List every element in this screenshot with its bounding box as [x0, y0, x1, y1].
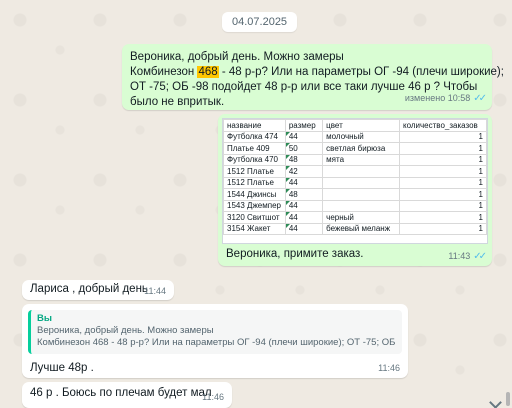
- message-meta: 11:43 ✓✓: [448, 251, 487, 262]
- table-row: 3154 Жакет 44 бежевый меланж 1: [223, 222, 487, 235]
- quote-text-line: Комбинезон 468 - 48 р-р? Или на параметр…: [37, 337, 396, 348]
- table-header-cell: цвет: [322, 119, 400, 132]
- incoming-message-size[interactable]: 46 р . Боюсь по плечам будет мал 11:46: [22, 382, 232, 408]
- table-cell: 1: [399, 211, 487, 224]
- table-cell: 44: [284, 222, 324, 235]
- table-row: 1544 Джинсы 48 1: [223, 188, 487, 201]
- table-cell: 44: [284, 211, 324, 224]
- outgoing-message-order[interactable]: название размер цвет количество_заказов Футб…: [218, 114, 492, 266]
- table-cell: 3120 Свитшот: [223, 211, 286, 224]
- message-text-line: Комбинезон 468 - 48 р-р? Или на параметр…: [130, 65, 504, 80]
- table-cell: 1512 Платье: [223, 165, 286, 178]
- table-cell: 48: [284, 188, 324, 201]
- table-cell: [322, 165, 400, 178]
- spreadsheet-image[interactable]: название размер цвет количество_заказов Футб…: [222, 118, 488, 244]
- table-header-cell: название: [223, 119, 286, 132]
- table-cell: 44: [284, 176, 324, 189]
- table-row: Футболка 474 44 молочный 1: [223, 130, 487, 143]
- table-cell: 44: [284, 199, 324, 212]
- message-time: 11:46: [202, 392, 224, 402]
- message-time: изменено 10:58: [404, 93, 471, 103]
- table-cell: светлая бирюза: [322, 142, 400, 155]
- table-cell: 1512 Платье: [223, 176, 286, 189]
- incoming-message-reply[interactable]: Вы Вероника, добрый день. Можно замеры К…: [22, 304, 408, 378]
- table-cell: 1: [399, 130, 487, 143]
- message-text-line: Вероника, добрый день. Можно замеры: [130, 51, 344, 63]
- table-cell: 3154 Жакет: [223, 222, 286, 235]
- table-cell: черный: [322, 211, 400, 224]
- table-row: 3120 Свитшот 44 черный 1: [223, 211, 487, 224]
- scrollbar-thumb[interactable]: [506, 392, 510, 406]
- table-cell: бежевый меланж: [322, 222, 400, 235]
- table-cell: 1: [399, 153, 487, 166]
- table-cell: [322, 188, 400, 201]
- message-text-fragment: - 48 р-р? Или на параметры ОГ -94 (плечи…: [218, 66, 504, 78]
- message-text-fragment: Комбинезон: [130, 66, 198, 78]
- table-row: Платье 409 50 светлая бирюза 1: [223, 142, 487, 155]
- table-cell: 1544 Джинсы: [223, 188, 286, 201]
- chat-scrollbar[interactable]: [506, 0, 510, 408]
- message-caption: Вероника, примите заказ.: [226, 248, 364, 260]
- table-cell: 48: [284, 153, 324, 166]
- order-table: название размер цвет количество_заказов Футб…: [223, 119, 487, 235]
- table-cell: 44: [284, 130, 324, 143]
- message-meta: изменено 10:58 ✓✓: [404, 91, 487, 106]
- table-cell: 1: [399, 142, 487, 155]
- table-row: 1512 Платье 44 1: [223, 176, 487, 189]
- quoted-message[interactable]: Вы Вероника, добрый день. Можно замеры К…: [28, 310, 402, 354]
- table-cell: 50: [284, 142, 324, 155]
- incoming-message-greeting[interactable]: Лариса , добрый день 11:44: [22, 280, 174, 300]
- table-header-cell: количество_заказов: [399, 119, 487, 132]
- double-check-icon: ✓✓: [473, 93, 487, 104]
- message-time: 11:43: [448, 251, 471, 261]
- message-text: Лучше 48р .: [30, 362, 94, 374]
- message-time: 11:46: [378, 363, 400, 373]
- table-cell: 42: [284, 165, 324, 178]
- quote-text-line: Вероника, добрый день. Можно замеры: [37, 325, 214, 336]
- date-separator: 04.07.2025: [222, 12, 298, 32]
- quote-author: Вы: [37, 313, 52, 324]
- table-cell: 1543 Джемпер: [223, 199, 286, 212]
- table-header-row: название размер цвет количество_заказов: [223, 119, 487, 132]
- double-check-icon: ✓✓: [473, 251, 487, 262]
- table-cell: [322, 176, 400, 189]
- table-cell: Футболка 474: [223, 130, 286, 143]
- table-row: 1543 Джемпер 44 1: [223, 199, 487, 212]
- message-text: 46 р . Боюсь по плечам будет мал: [30, 387, 212, 399]
- table-cell: 1: [399, 199, 487, 212]
- table-cell: молочный: [322, 130, 400, 143]
- message-text: Лариса , добрый день: [30, 283, 148, 295]
- outgoing-message-measurements[interactable]: Вероника, добрый день. Можно замеры Комб…: [122, 44, 504, 110]
- table-cell: 1: [399, 176, 487, 189]
- table-header-cell: размер: [284, 119, 324, 132]
- table-cell: Платье 409: [223, 142, 286, 155]
- table-cell: мята: [322, 153, 400, 166]
- table-cell: [322, 199, 400, 212]
- table-row: 1512 Платье 42 1: [223, 165, 487, 178]
- message-time: 11:44: [144, 286, 166, 296]
- table-cell: 1: [399, 222, 487, 235]
- table-cell: Футболка 470: [223, 153, 286, 166]
- search-highlight: 468: [197, 66, 219, 78]
- table-row: Футболка 470 48 мята 1: [223, 153, 487, 166]
- table-cell: 1: [399, 188, 487, 201]
- table-cell: 1: [399, 165, 487, 178]
